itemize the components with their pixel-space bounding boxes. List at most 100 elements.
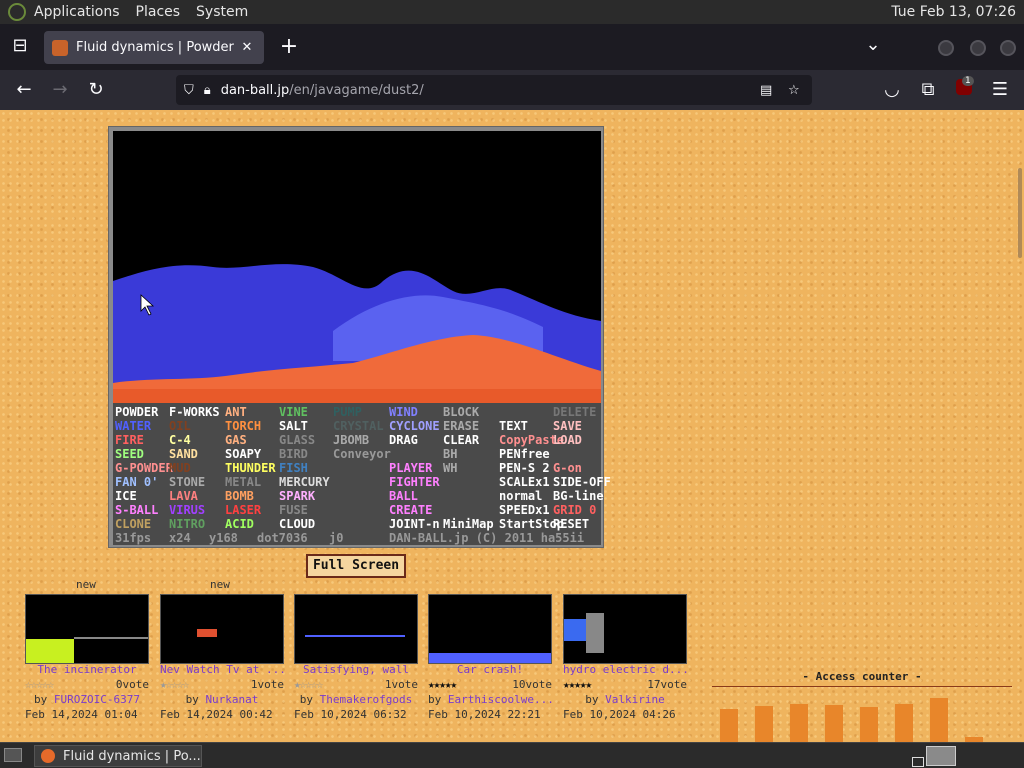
palette-wh[interactable]: WH [443,461,457,475]
palette-speedx1[interactable]: SPEEDx1 [499,503,550,517]
palette-spark[interactable]: SPARK [279,489,315,503]
clock[interactable]: Tue Feb 13, 07:26 [891,4,1024,20]
thumbnail-image[interactable] [294,594,418,664]
palette-cyclone[interactable]: CYCLONE [389,419,440,433]
palette-text[interactable]: TEXT [499,419,528,433]
palette-thunder[interactable]: THUNDER [225,461,276,475]
palette-lava[interactable]: LAVA [169,489,198,503]
back-icon[interactable]: ← [12,78,36,102]
palette-erase[interactable]: ERASE [443,419,479,433]
thumbnail-image[interactable] [160,594,284,664]
palette-normal[interactable]: normal [499,489,542,503]
author-link[interactable]: Earthiscoolwe... [448,693,552,706]
palette-grid-0[interactable]: GRID 0 [553,503,596,517]
tab-close-icon[interactable]: ✕ [238,40,256,55]
palette-penfree[interactable]: PENfree [499,447,550,461]
palette-vine[interactable]: VINE [279,405,308,419]
palette-laser[interactable]: LASER [225,503,261,517]
palette-ice[interactable]: ICE [115,489,137,503]
palette-j0[interactable]: j0 [329,531,343,545]
lock-icon[interactable]: 🔒︎ [204,83,211,98]
menu-system[interactable]: System [188,4,256,20]
show-desktop-icon[interactable] [4,748,22,762]
palette-g-powder[interactable]: G-POWDER [115,461,173,475]
maximize-button[interactable] [970,40,986,56]
reload-icon[interactable]: ↻ [84,78,108,102]
tab-fluid-dynamics[interactable]: Fluid dynamics | Powder Game ✕ [44,31,264,64]
thumbnail-title[interactable]: Satisfying, wall [294,663,418,676]
palette-pump[interactable]: PUMP [333,405,362,419]
bookmark-star-icon[interactable]: ☆ [788,83,800,98]
palette-powder[interactable]: POWDER [115,405,158,419]
palette-player[interactable]: PLAYER [389,461,432,475]
palette-wind[interactable]: WIND [389,405,418,419]
palette-load[interactable]: LOAD [553,433,582,447]
palette-block[interactable]: BLOCK [443,405,479,419]
palette-fighter[interactable]: FIGHTER [389,475,440,489]
palette-31fps[interactable]: 31fps [115,531,151,545]
thumbnail-title[interactable]: hydro electric d... [563,663,687,676]
palette-soapy[interactable]: SOAPY [225,447,261,461]
palette-clone[interactable]: CLONE [115,517,151,531]
palette-bh[interactable]: BH [443,447,457,461]
chevron-down-icon[interactable]: ⌄ [861,34,885,55]
palette-x24[interactable]: x24 [169,531,191,545]
menu-icon[interactable]: ☰ [988,78,1012,102]
game-canvas[interactable] [113,131,601,403]
tab-list-icon[interactable]: ⊟ [8,35,32,56]
scrollbar-thumb[interactable] [1018,168,1022,258]
palette-fish[interactable]: FISH [279,461,308,475]
palette-acid[interactable]: ACID [225,517,254,531]
palette-bomb[interactable]: BOMB [225,489,254,503]
palette-create[interactable]: CREATE [389,503,432,517]
palette-ant[interactable]: ANT [225,405,247,419]
palette-crystal[interactable]: CRYSTAL [333,419,384,433]
reader-view-icon[interactable]: ▤ [760,83,772,98]
palette-nitro[interactable]: NITRO [169,517,205,531]
author-link[interactable]: Valkirine [605,693,665,706]
palette-torch[interactable]: TORCH [225,419,261,433]
extensions-icon[interactable]: ⧉ [916,78,940,102]
new-tab-icon[interactable]: + [277,34,301,59]
url-bar[interactable]: ⛉ 🔒︎ dan-ball.jp/en/javagame/dust2/ ▤ ☆ [176,75,812,105]
palette-jbomb[interactable]: JBOMB [333,433,369,447]
rating-stars[interactable]: ★☆☆☆☆ [294,678,323,691]
full-screen-button[interactable]: Full Screen [306,554,406,578]
menu-places[interactable]: Places [128,4,189,20]
palette-dan-ball-jp-c-2011-ha55ii[interactable]: DAN-BALL.jp (C) 2011 ha55ii [389,531,584,545]
palette-pen-s-2[interactable]: PEN-S 2 [499,461,550,475]
palette-oil[interactable]: OIL [169,419,191,433]
workspace-switcher[interactable] [912,757,924,767]
minimize-button[interactable] [938,40,954,56]
palette-delete[interactable]: DELETE [553,405,596,419]
palette-ball[interactable]: BALL [389,489,418,503]
element-palette[interactable]: POWDER F-WORKS ANT VINE PUMP WIND BLOCK DELETE W… [113,403,611,545]
author-link[interactable]: Nurkanat [205,693,258,706]
palette-mercury[interactable]: MERCURY [279,475,330,489]
thumbnail-image[interactable] [25,594,149,664]
palette-cloud[interactable]: CLOUD [279,517,315,531]
author-link[interactable]: Themakerofgods [320,693,413,706]
palette-fan-0-[interactable]: FAN 0' [115,475,158,489]
thumbnail-title[interactable]: Nev Watch Tv at ... [160,663,284,676]
palette-virus[interactable]: VIRUS [169,503,205,517]
palette-fire[interactable]: FIRE [115,433,144,447]
menu-applications[interactable]: Applications [26,4,128,20]
palette-minimap[interactable]: MiniMap [443,517,494,531]
palette-mud[interactable]: MUD [169,461,191,475]
palette-reset[interactable]: RESET [553,517,589,531]
palette-y168[interactable]: y168 [209,531,238,545]
author-link[interactable]: FUROZOIC-6377 [54,693,140,706]
palette-salt[interactable]: SALT [279,419,308,433]
palette-side-off[interactable]: SIDE-OFF [553,475,611,489]
palette-stone[interactable]: STONE [169,475,205,489]
palette-f-works[interactable]: F-WORKS [169,405,220,419]
powder-game-applet[interactable]: POWDER F-WORKS ANT VINE PUMP WIND BLOCK DELETE W… [108,126,611,548]
palette-c-4[interactable]: C-4 [169,433,191,447]
taskbar-item-firefox[interactable]: Fluid dynamics | Po... [34,745,202,767]
rating-stars[interactable]: ★★★★★ [563,678,592,691]
palette-s-ball[interactable]: S-BALL [115,503,158,517]
palette-dot7036[interactable]: dot7036 [257,531,308,545]
system-logo-icon[interactable] [8,3,26,21]
palette-conveyor[interactable]: Conveyor [333,447,391,461]
